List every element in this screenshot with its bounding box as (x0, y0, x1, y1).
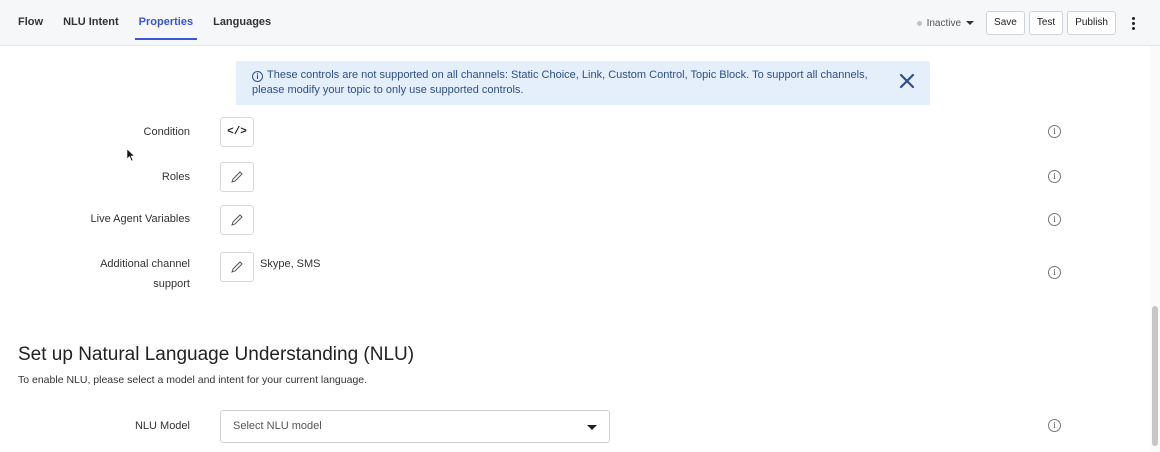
banner-message: These controls are not supported on all … (252, 69, 868, 96)
caret-down-icon (587, 425, 597, 430)
toolbar: Inactive Save Test Publish (916, 0, 1142, 46)
mouse-cursor-icon (126, 148, 136, 162)
scrollbar-thumb[interactable] (1152, 306, 1158, 446)
pencil-icon (231, 214, 243, 226)
nlu-section-subtitle: To enable NLU, please select a model and… (18, 374, 368, 386)
caret-down-icon (966, 21, 975, 25)
roles-edit-button[interactable] (220, 162, 254, 192)
nlu-model-placeholder: Select NLU model (233, 420, 322, 432)
condition-code-button[interactable]: </> (220, 117, 254, 147)
condition-label: Condition (143, 126, 190, 138)
status-dropdown[interactable]: Inactive (916, 17, 975, 29)
additional-channel-info-icon[interactable]: i (1048, 266, 1061, 279)
roles-info-icon[interactable]: i (1048, 170, 1061, 183)
additional-channel-value: Skype, SMS (260, 258, 321, 270)
live-agent-variables-label: Live Agent Variables (90, 213, 190, 225)
condition-info-icon[interactable]: i (1048, 125, 1061, 138)
tab-list: Flow NLU Intent Properties Languages (18, 0, 281, 46)
roles-label: Roles (161, 171, 190, 183)
nlu-model-info-icon[interactable]: i (1048, 419, 1061, 432)
nlu-section-title: Set up Natural Language Understanding (N… (18, 344, 415, 365)
live-agent-variables-edit-button[interactable] (220, 205, 254, 235)
pencil-icon (231, 171, 243, 183)
info-banner: i These controls are not supported on all… (236, 61, 930, 105)
additional-channel-edit-button[interactable] (220, 252, 254, 282)
publish-button[interactable]: Publish (1067, 11, 1116, 35)
close-icon[interactable] (898, 72, 916, 90)
top-bar: Flow NLU Intent Properties Languages Ina… (0, 0, 1160, 46)
tab-flow[interactable]: Flow (18, 0, 53, 46)
more-options-icon[interactable] (1124, 11, 1142, 35)
nlu-model-label: NLU Model (134, 420, 190, 432)
live-agent-variables-info-icon[interactable]: i (1048, 213, 1061, 226)
nlu-model-select[interactable]: Select NLU model (220, 410, 610, 443)
pencil-icon (231, 261, 243, 273)
banner-message-container: i These controls are not supported on all… (252, 68, 892, 98)
additional-channel-label: Additional channel support (0, 256, 190, 292)
tab-properties[interactable]: Properties (129, 0, 203, 46)
status-label: Inactive (926, 17, 962, 29)
code-icon: </> (227, 126, 247, 138)
info-icon: i (252, 71, 263, 82)
save-button[interactable]: Save (986, 11, 1025, 35)
additional-channel-label-line2: support (153, 278, 190, 290)
tab-nlu-intent[interactable]: NLU Intent (53, 0, 129, 46)
test-button[interactable]: Test (1028, 11, 1064, 35)
additional-channel-label-line1: Additional channel (100, 258, 190, 270)
status-dot-icon (916, 20, 922, 26)
tab-languages[interactable]: Languages (203, 0, 281, 46)
